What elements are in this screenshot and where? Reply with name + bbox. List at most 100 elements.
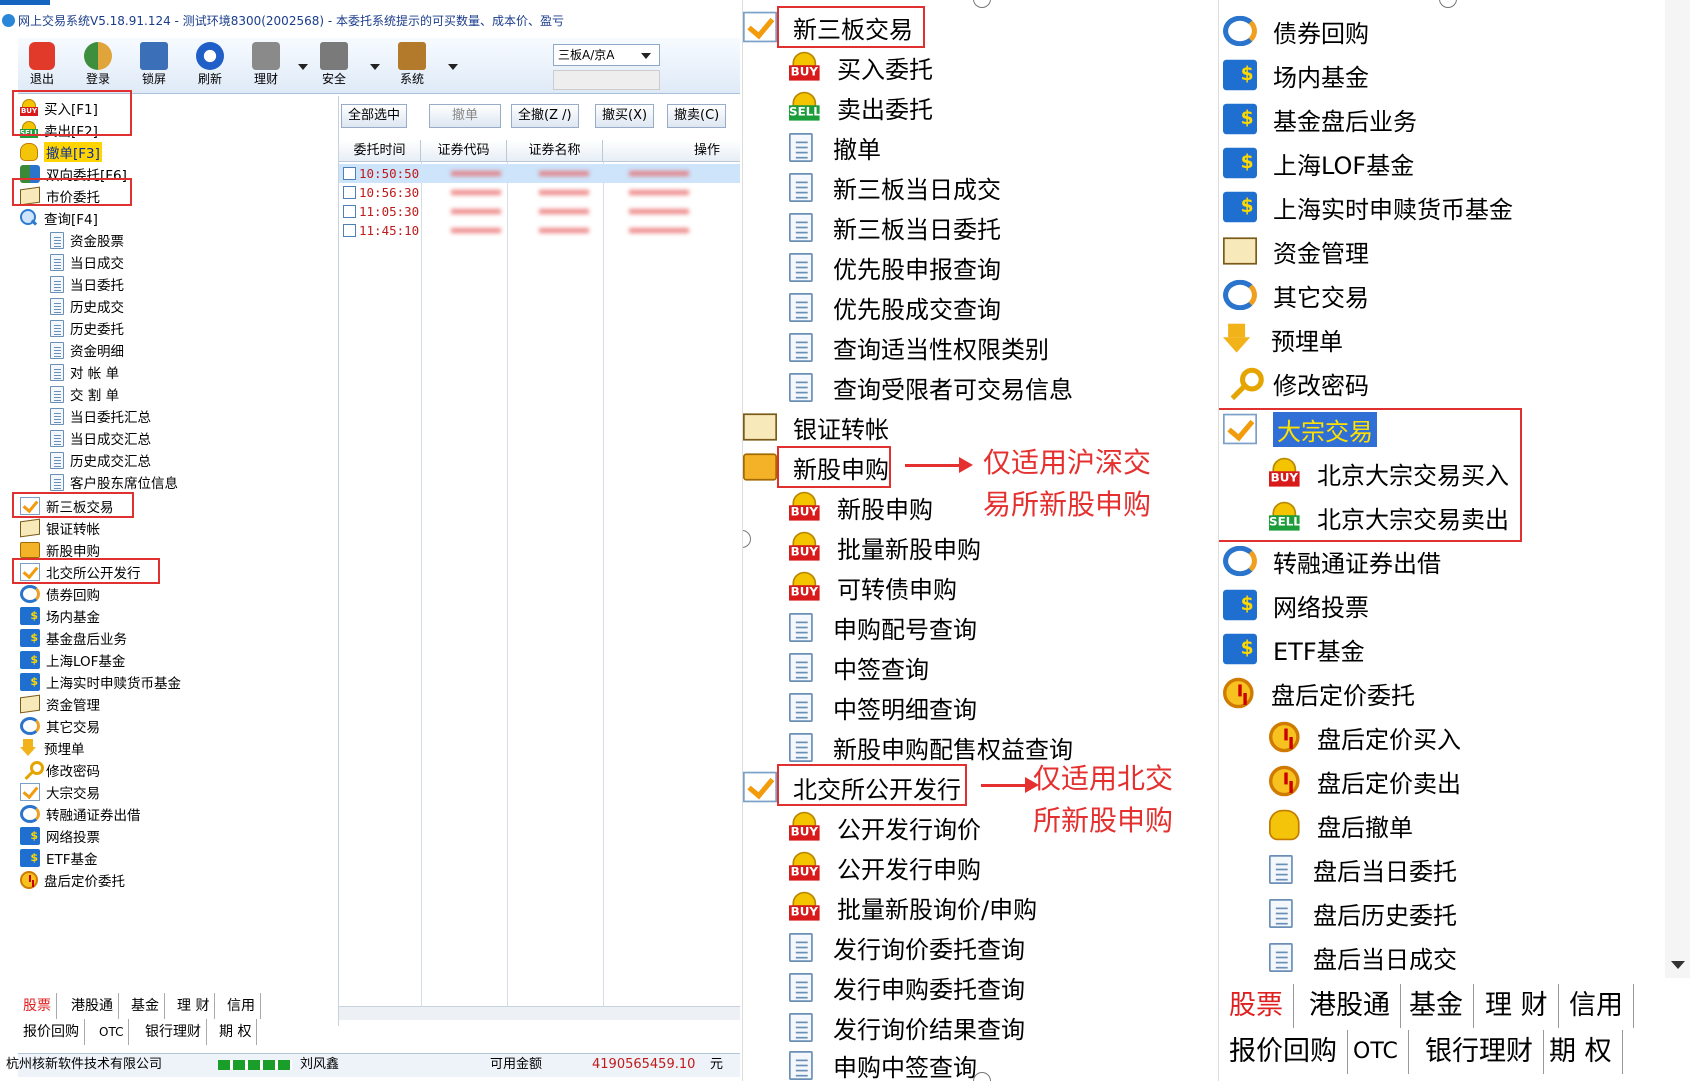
tree-item-online-voting[interactable]: $ 网络投票 [1223,586,1369,624]
tab-stocks[interactable]: 股票 [1219,984,1294,1028]
tab-wealth[interactable]: 理 财 [172,993,216,1019]
tree-item-suitability-query[interactable]: 查询适当性权限类别 [789,328,1049,366]
tree-item-fund-after-hours[interactable]: $ 基金盘后业务 [1223,100,1417,138]
tree-item-after-hours-buy[interactable]: 盘后定价买入 [1269,718,1461,756]
tree-item-today-deals-summary[interactable]: 当日成交汇总 [50,426,151,450]
wealth-dropdown-caret[interactable] [298,64,308,70]
tree-item-refinancing-lending[interactable]: 转融通证券出借 [20,802,141,826]
tree-item-inquiry-order-query[interactable]: 发行询价委托查询 [789,928,1025,966]
tree-item-after-hours-sell[interactable]: 盘后定价卖出 [1269,762,1461,800]
tree-item-fund-details[interactable]: 资金明细 [50,338,124,362]
tree-item-convertible-bond[interactable]: BUY 可转债申购 [789,568,957,606]
tree-item-after-hours-history-orders[interactable]: 盘后历史委托 [1269,894,1457,932]
tree-item-change-password[interactable]: 修改密码 [20,758,100,782]
tree-item-lottery-query[interactable]: 中签查询 [789,648,929,686]
tree-item-neeq-today-orders[interactable]: 新三板当日委托 [789,208,1001,246]
cancel-sell-button[interactable]: 撤卖(C) [667,104,727,128]
tree-item-sell-order[interactable]: SELL 卖出委托 [789,88,933,126]
tree-item-cancel[interactable]: 撤单[F3] [20,140,102,164]
tree-item-history-orders[interactable]: 历史委托 [50,316,124,340]
tab-options[interactable]: 期 权 [214,1019,258,1045]
tree-item-beijing-block-sell[interactable]: SELL 北京大宗交易卖出 [1269,498,1509,536]
tree-item-after-hours-today-orders[interactable]: 盘后当日委托 [1269,850,1457,888]
vertical-scrollbar[interactable] [1665,0,1690,978]
tab-funds[interactable]: 基金 [1399,984,1474,1028]
tree-item-after-hours-pricing[interactable]: 盘后定价委托 [20,868,125,892]
tree-item-market-order[interactable]: 市价委托 [20,184,100,208]
tree-item-history-deals-summary[interactable]: 历史成交汇总 [50,448,151,472]
tree-item-query[interactable]: 查询[F4] [20,206,98,230]
tab-hk-connect[interactable]: 港股通 [1299,984,1401,1028]
tree-item-shanghai-money-fund[interactable]: $ 上海实时申赎货币基金 [1223,188,1513,226]
tree-item-subscribe-lottery-query[interactable]: 申购中签查询 [789,1046,977,1081]
tree-item-refinancing-lending[interactable]: 转融通证券出借 [1223,542,1441,580]
tree-item-shanghai-money-fund[interactable]: $ 上海实时申赎货币基金 [20,670,181,694]
tree-item-bse-public-offering[interactable]: 北交所公开发行 [743,768,961,806]
tree-item-block-trading[interactable]: 大宗交易 [1223,410,1377,448]
tree-item-change-password[interactable]: 修改密码 [1223,364,1369,402]
table-row[interactable]: 10:56:30 [339,183,740,202]
column-header[interactable]: 证券代码 [421,140,507,162]
tree-item-today-deals[interactable]: 当日成交 [50,250,124,274]
tree-item-preset-order[interactable]: 预埋单 [1223,320,1343,358]
tree-item-fund-after-hours[interactable]: $ 基金盘后业务 [20,626,127,650]
tree-item-bond-repo[interactable]: 债券回购 [20,582,100,606]
wealth-button[interactable]: 理财 [242,42,290,90]
horizontal-scrollbar[interactable] [339,1006,740,1020]
tab-options[interactable]: 期 权 [1539,1030,1623,1074]
tree-item-exchange-fund[interactable]: $ 场内基金 [20,604,100,628]
tab-stocks[interactable]: 股票 [18,993,57,1019]
cancel-buy-button[interactable]: 撤买(X) [595,104,655,128]
table-row[interactable]: 11:45:10 [339,221,740,240]
tab-bank-wealth[interactable]: 银行理财 [140,1019,207,1045]
security-dropdown-caret[interactable] [370,64,380,70]
tree-item-etf-fund[interactable]: $ ETF基金 [20,846,98,870]
table-row[interactable]: 11:05:30 [339,202,740,221]
tree-item-dual-order[interactable]: 双向委托[F6] [20,162,127,186]
tree-item-cancel[interactable]: 撤单 [789,128,881,166]
tree-item-today-orders[interactable]: 当日委托 [50,272,124,296]
select-all-button[interactable]: 全部选中 [341,104,408,128]
tree-item-preferred-deal-query[interactable]: 优先股成交查询 [789,288,1001,326]
tree-item-bse-public-offering[interactable]: 北交所公开发行 [20,560,141,584]
exit-button[interactable]: 退出 [18,42,66,90]
tree-item-restricted-trade-query[interactable]: 查询受限者可交易信息 [789,368,1073,406]
column-header[interactable]: 证券名称 [507,140,603,162]
tree-item-funds-stocks[interactable]: 资金股票 [50,228,124,252]
tree-item-ipo-subscribe[interactable]: 新股申购 [20,538,100,562]
tree-item-bond-repo[interactable]: 债券回购 [1223,12,1369,50]
tab-credit[interactable]: 信用 [222,993,261,1019]
tree-item-preset-order[interactable]: 预埋单 [20,736,85,760]
tree-item-preferred-declare-query[interactable]: 优先股申报查询 [789,248,1001,286]
tree-item-bank-transfer[interactable]: 银证转帐 [743,408,889,446]
tree-item-online-voting[interactable]: $ 网络投票 [20,824,100,848]
tab-quote-repo[interactable]: 报价回购 [18,1019,85,1045]
tab-wealth[interactable]: 理 财 [1475,984,1559,1028]
tree-item-statement[interactable]: 对 帐 单 [50,360,119,384]
tree-item-lottery-detail-query[interactable]: 中签明细查询 [789,688,977,726]
tree-item-sell[interactable]: SELL 卖出[F2] [20,118,98,142]
row-checkbox[interactable] [343,167,356,180]
account-select[interactable] [553,70,660,90]
tree-item-settlement[interactable]: 交 割 单 [50,382,119,406]
tree-item-shareholder-seat[interactable]: 客户股东席位信息 [50,470,178,494]
tree-item-inquiry-result-query[interactable]: 发行询价结果查询 [789,1008,1025,1046]
tree-item-placement-rights-query[interactable]: 新股申购配售权益查询 [789,728,1073,766]
tab-bank-wealth[interactable]: 银行理财 [1415,1030,1544,1074]
tree-item-today-orders-summary[interactable]: 当日委托汇总 [50,404,151,428]
tree-item-ipo-subscribe[interactable]: 新股申购 [743,448,889,486]
tree-item-batch-inquiry-subscribe[interactable]: BUY 批量新股询价/申购 [789,888,1037,926]
tree-item-allotment-number-query[interactable]: 申购配号查询 [789,608,977,646]
tab-quote-repo[interactable]: 报价回购 [1219,1030,1348,1074]
tree-item-buy-order[interactable]: BUY 买入委托 [789,48,933,86]
tree-item-history-deals[interactable]: 历史成交 [50,294,124,318]
tab-credit[interactable]: 信用 [1559,984,1634,1028]
tree-item-offering-inquiry[interactable]: BUY 公开发行询价 [789,808,981,846]
tree-item-neeq-trading[interactable]: 新三板交易 [20,494,114,518]
tree-item-fund-management[interactable]: 资金管理 [20,692,100,716]
tree-item-other-trading[interactable]: 其它交易 [20,714,100,738]
tab-funds[interactable]: 基金 [126,993,165,1019]
system-button[interactable]: 系统 [388,42,436,90]
tab-otc[interactable]: OTC [94,1019,130,1045]
tab-hk-connect[interactable]: 港股通 [66,993,119,1019]
